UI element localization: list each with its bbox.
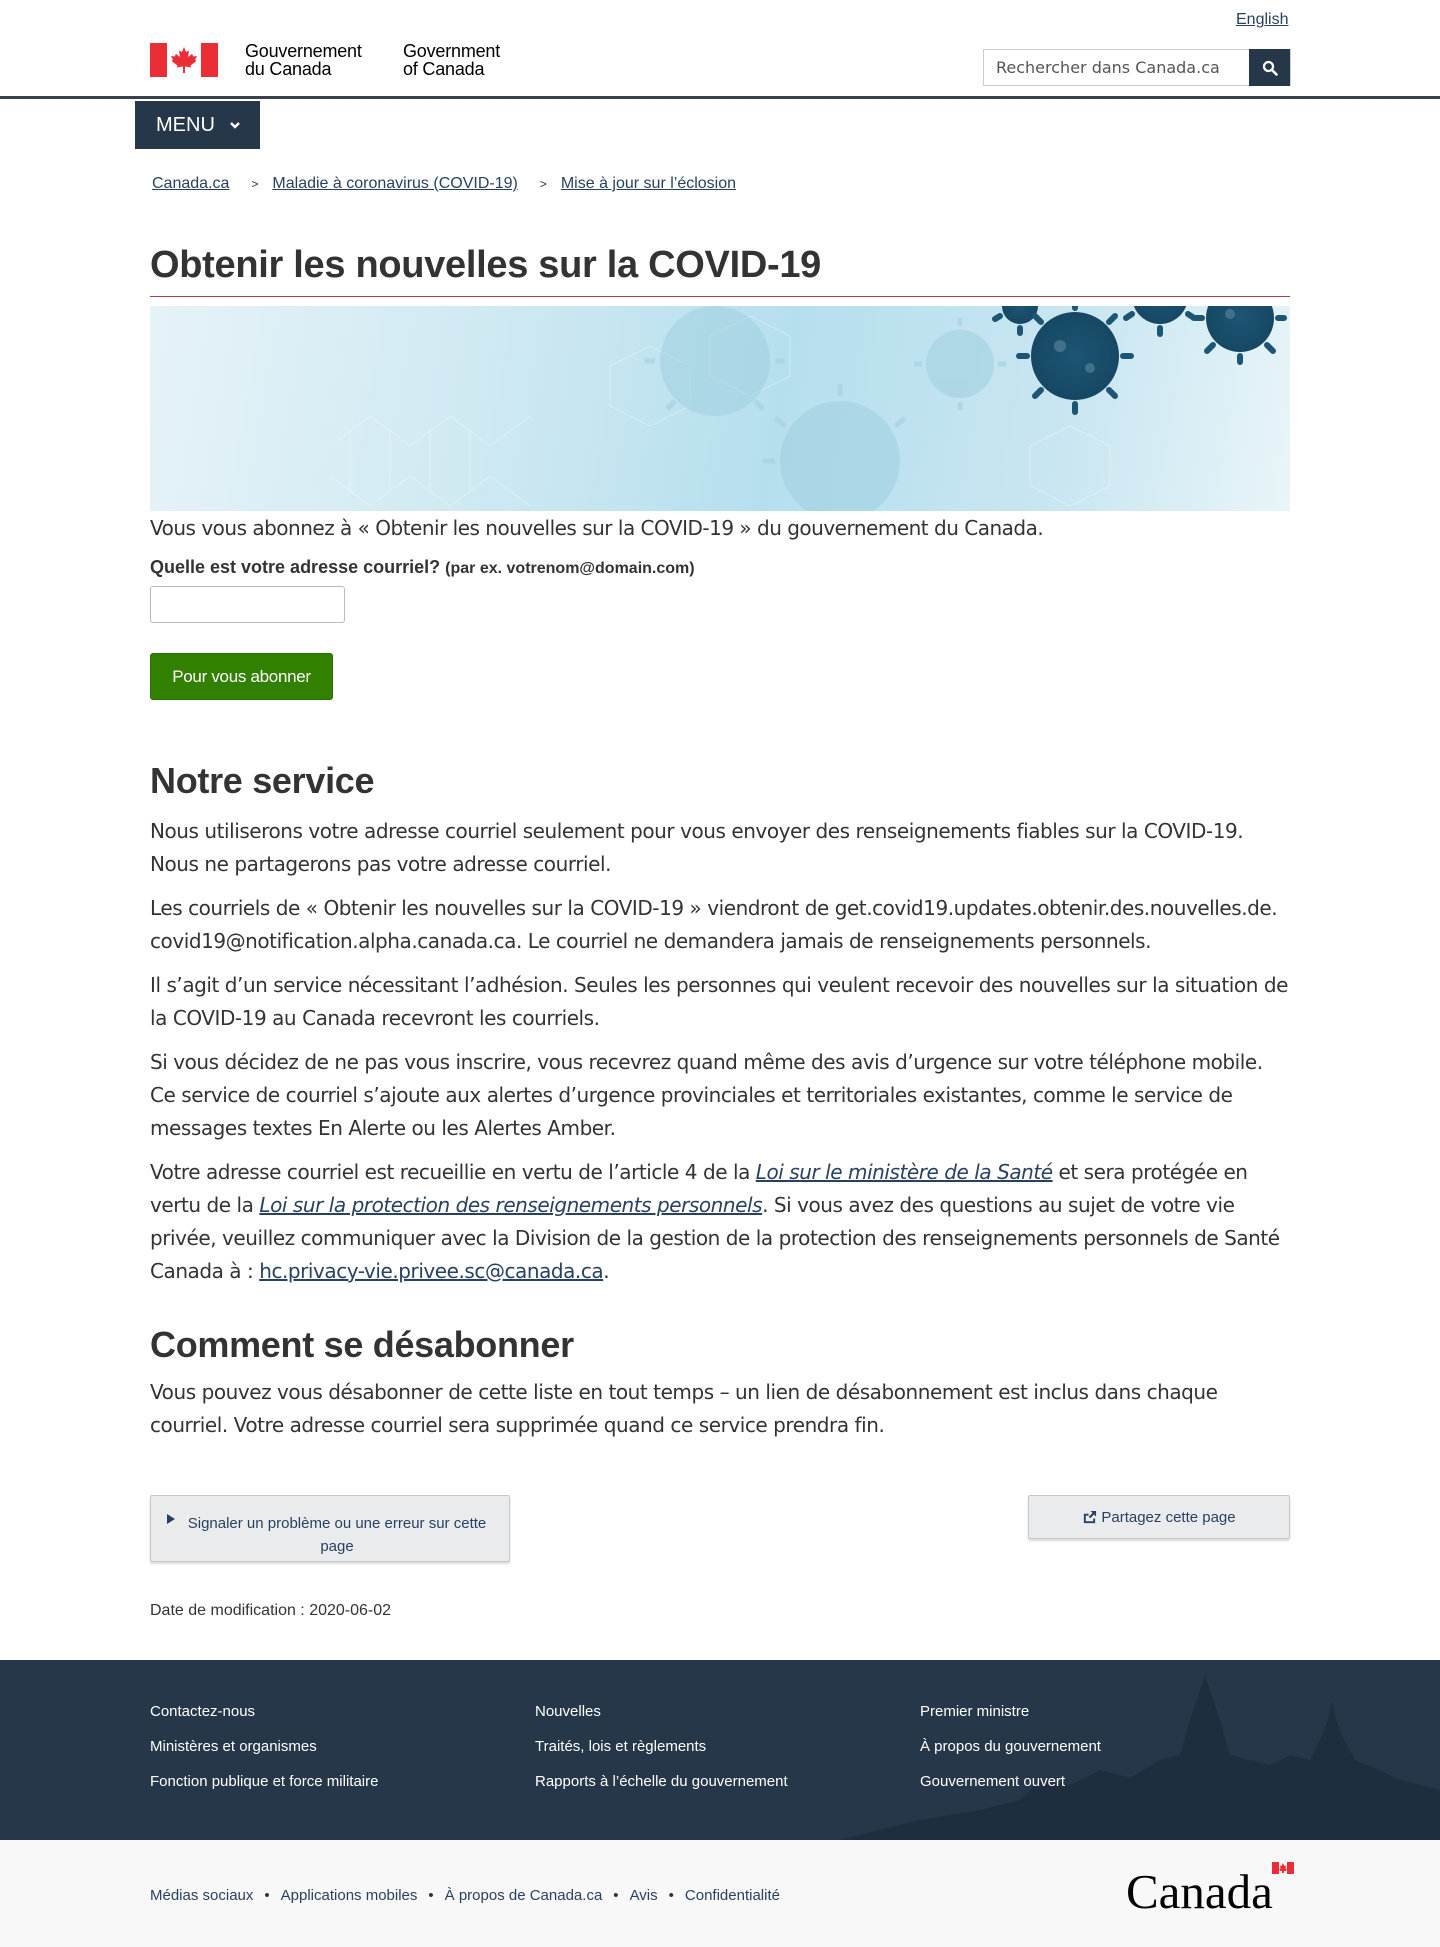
footer-column-3: Premier ministre À propos du gouvernemen…: [920, 1694, 1101, 1799]
breadcrumb-link-outbreak-update[interactable]: Mise à jour sur l’éclosion: [561, 172, 736, 196]
footer-column-1: Contactez-nous Ministères et organismes …: [150, 1694, 378, 1799]
breadcrumb-separator: >: [251, 177, 259, 191]
footer-link-about-canada-ca[interactable]: À propos de Canada.ca: [445, 1887, 603, 1904]
report-problem-button[interactable]: Signaler un problème ou une erreur sur c…: [150, 1495, 510, 1562]
footer-main: Contactez-nous Ministères et organismes …: [0, 1660, 1440, 1840]
email-label-hint: (par ex. votrenom@domain.com): [445, 560, 695, 577]
footer-link-social-media[interactable]: Médias sociaux: [150, 1887, 253, 1904]
breadcrumb: Canada.ca > Maladie à coronavirus (COVID…: [152, 172, 736, 196]
share-page-button[interactable]: Partagez cette page: [1028, 1495, 1290, 1539]
footer-link-news[interactable]: Nouvelles: [535, 1694, 788, 1729]
intro-text: Vous vous abonnez à « Obtenir les nouvel…: [150, 516, 1044, 540]
maple-leaf-icon: [171, 47, 197, 73]
search-icon: [1262, 60, 1278, 76]
email-label: Quelle est votre adresse courriel? (par …: [150, 557, 695, 578]
menu-label: MENU: [156, 113, 215, 136]
footer-link-contact[interactable]: Contactez-nous: [150, 1694, 378, 1729]
signature-english: Government of Canada: [403, 41, 501, 79]
service-paragraph-2-line-2: covid19@notification.alpha.canada.ca. Le…: [150, 929, 1152, 953]
footer-link-about-government[interactable]: À propos du gouvernement: [920, 1729, 1101, 1764]
privacy-text-d: .: [603, 1259, 610, 1283]
health-act-link[interactable]: Loi sur le ministère de la Santé: [756, 1160, 1053, 1184]
subscribe-button[interactable]: Pour vous abonner: [150, 653, 333, 700]
footer-sub-links: Médias sociaux • Applications mobiles • …: [150, 1887, 780, 1904]
header-divider: [0, 96, 1440, 99]
breadcrumb-separator: >: [539, 177, 547, 191]
footer-link-departments[interactable]: Ministères et organismes: [150, 1729, 378, 1764]
footer-link-privacy[interactable]: Confidentialité: [685, 1887, 780, 1904]
footer-link-prime-minister[interactable]: Premier ministre: [920, 1694, 1101, 1729]
service-heading: Notre service: [150, 760, 375, 801]
canada-wordmark-logo: Canada: [1126, 1862, 1294, 1916]
separator-dot: •: [668, 1887, 674, 1904]
separator-dot: •: [613, 1887, 619, 1904]
share-icon: [1084, 1510, 1097, 1523]
footer-column-2: Nouvelles Traités, lois et règlements Ra…: [535, 1694, 788, 1799]
unsubscribe-paragraph: Vous pouvez vous désabonner de cette lis…: [150, 1380, 1218, 1437]
language-toggle-link[interactable]: English: [1236, 11, 1288, 29]
menu-button[interactable]: MENU: [135, 101, 260, 149]
privacy-paragraph: Votre adresse courriel est recueillie en…: [150, 1156, 1290, 1288]
unsubscribe-heading: Comment se désabonner: [150, 1324, 574, 1365]
footer-link-mobile-apps[interactable]: Applications mobiles: [281, 1887, 418, 1904]
privacy-email-link[interactable]: hc.privacy-vie.privee.sc@canada.ca: [259, 1259, 603, 1283]
separator-dot: •: [264, 1887, 270, 1904]
footer-sub: Médias sociaux • Applications mobiles • …: [0, 1840, 1440, 1947]
signature-french: Gouvernement du Canada: [245, 41, 362, 79]
search-input[interactable]: [984, 50, 1248, 85]
title-divider: [150, 296, 1290, 297]
footer-link-public-service[interactable]: Fonction publique et force militaire: [150, 1764, 378, 1799]
breadcrumb-link-canada[interactable]: Canada.ca: [152, 172, 229, 196]
share-page-label: Partagez cette page: [1101, 1508, 1236, 1526]
footer-link-open-government[interactable]: Gouvernement ouvert: [920, 1764, 1101, 1799]
footer-link-reports[interactable]: Rapports à l’échelle du gouvernement: [535, 1764, 788, 1799]
government-signature[interactable]: Gouvernement du Canada Government of Can…: [150, 40, 500, 80]
date-modified: Date de modification : 2020-06-02: [150, 1602, 392, 1619]
search-button[interactable]: [1249, 49, 1290, 86]
privacy-text-a: Votre adresse courriel est recueillie en…: [150, 1160, 756, 1184]
service-paragraph-2: Les courriels de « Obtenir les nouvelles…: [150, 892, 1290, 958]
email-field[interactable]: [150, 586, 345, 623]
service-paragraph-3: Il s’agit d’un service nécessitant l’adh…: [150, 973, 1288, 1030]
search-box: [983, 49, 1291, 86]
footer-link-treaties[interactable]: Traités, lois et règlements: [535, 1729, 788, 1764]
service-paragraph-4: Si vous décidez de ne pas vous inscrire,…: [150, 1050, 1263, 1140]
footer-link-terms[interactable]: Avis: [630, 1887, 658, 1904]
wordmark-text: Canada: [1126, 1864, 1273, 1916]
email-label-text: Quelle est votre adresse courriel?: [150, 557, 441, 577]
page-title: Obtenir les nouvelles sur la COVID-19: [150, 244, 822, 286]
triangle-right-icon: [167, 1514, 175, 1524]
covid-banner-image: [150, 306, 1290, 511]
canada-flag-icon: [150, 43, 218, 77]
service-paragraph-2-line-1: Les courriels de « Obtenir les nouvelles…: [150, 896, 1278, 920]
privacy-act-link[interactable]: Loi sur la protection des renseignements…: [259, 1193, 762, 1217]
report-problem-label: Signaler un problème ou une erreur sur c…: [187, 1514, 487, 1555]
chevron-down-icon: [230, 122, 240, 129]
separator-dot: •: [428, 1887, 434, 1904]
service-paragraph-1: Nous utiliserons votre adresse courriel …: [150, 819, 1244, 876]
breadcrumb-link-covid[interactable]: Maladie à coronavirus (COVID-19): [272, 172, 517, 196]
